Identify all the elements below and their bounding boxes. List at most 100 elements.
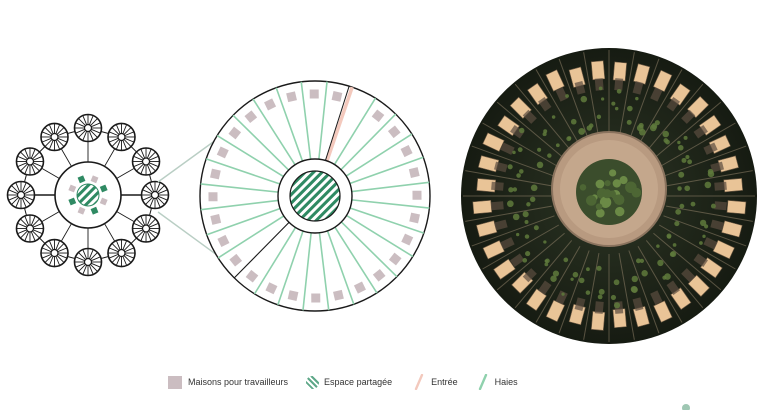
detail-house	[309, 89, 319, 99]
site-plan-diagram	[6, 48, 757, 410]
aerial-park-tree	[604, 180, 611, 187]
aerial-tree	[526, 202, 531, 207]
aerial-tree	[585, 290, 591, 295]
aerial-tree	[565, 94, 569, 98]
aerial-tree	[578, 277, 585, 284]
aerial-house-roof	[723, 178, 744, 193]
aerial-park-tree	[595, 179, 605, 189]
aerial-park-tree	[613, 194, 625, 205]
aerial-tree	[529, 196, 536, 203]
aerial-tree	[516, 173, 521, 178]
aerial-tree	[512, 213, 520, 221]
aerial-tree	[656, 244, 660, 248]
aerial-tree	[543, 129, 548, 134]
aerial-park-tree	[615, 206, 625, 217]
cluster-unit-core	[25, 157, 35, 166]
aerial-tree	[598, 288, 605, 295]
detail-house	[287, 290, 299, 301]
cluster-unit-core	[16, 190, 26, 200]
aerial-tree	[635, 96, 639, 101]
aerial-tree	[690, 201, 696, 207]
aerial-tree	[507, 164, 513, 170]
aerial-park-tree	[595, 208, 605, 218]
hedge-line-icon	[478, 374, 487, 390]
aerial-park-tree	[612, 179, 621, 188]
aerial-tree	[578, 128, 586, 135]
legend-item-shared: Espace partagée	[306, 375, 393, 389]
aerial-tree	[613, 279, 620, 286]
aerial-tree	[567, 136, 572, 140]
aerial-tree	[588, 123, 594, 128]
aerial-tree	[547, 153, 552, 158]
aerial-tree	[522, 258, 528, 263]
cluster-unit-core	[83, 123, 93, 133]
detail-house	[409, 212, 420, 224]
aerial-tree	[627, 105, 633, 112]
aerial-tree	[631, 275, 639, 283]
aerial-tree	[626, 119, 632, 125]
aerial-house-shadow	[714, 201, 727, 211]
aerial-tree	[517, 147, 523, 153]
aerial-tree	[699, 241, 703, 245]
aerial-house-shadow	[491, 181, 504, 191]
aerial-tree	[677, 186, 682, 191]
aerial-tree	[596, 265, 602, 271]
aerial-tree	[552, 270, 560, 277]
aerial-house-roof	[726, 200, 747, 215]
aerial-tree	[551, 115, 556, 119]
cluster-plan	[6, 113, 170, 277]
aerial-tree	[544, 259, 548, 263]
aerial-tree	[616, 88, 622, 94]
aerial-tree	[702, 234, 706, 239]
aerial-house-shadow	[594, 301, 604, 314]
aerial-tree	[638, 122, 644, 129]
aerial-tree	[651, 123, 658, 130]
legend-label-hedges: Haies	[494, 377, 518, 387]
shared-space	[289, 170, 341, 222]
detail-house	[210, 168, 221, 180]
aerial-tree	[519, 127, 525, 134]
aerial-tree	[522, 211, 529, 218]
aerial-tree	[570, 118, 577, 125]
cluster-unit-core	[83, 257, 93, 267]
aerial-tree	[530, 184, 538, 192]
aerial-tree	[525, 250, 531, 257]
aerial-house-shadow	[714, 181, 727, 191]
aerial-tree	[662, 275, 667, 280]
aerial-tree	[678, 171, 685, 178]
aerial-tree	[537, 147, 542, 152]
detail-house	[331, 91, 343, 102]
aerial-tree	[596, 114, 602, 120]
aerial-tree	[610, 294, 617, 300]
aerial-tree	[570, 277, 574, 281]
aerial-tree	[543, 240, 547, 244]
aerial-tree	[601, 97, 605, 101]
aerial-park-tree	[579, 184, 587, 191]
aerial-park-tree	[586, 195, 597, 206]
aerial-tree	[687, 159, 693, 165]
aerial-tree	[679, 203, 685, 209]
aerial-tree	[572, 271, 579, 278]
cluster-unit-core	[25, 224, 35, 233]
aerial-tree	[536, 161, 544, 169]
aerial-tree	[699, 219, 707, 227]
cluster-unit-core	[117, 132, 126, 142]
aerial-house-shadow	[614, 78, 624, 91]
aerial-tree	[516, 232, 520, 237]
unit-detail-plan	[199, 80, 431, 312]
aerial-tree	[662, 130, 669, 138]
legend-label-houses: Maisons pour travailleurs	[188, 377, 289, 387]
aerial-tree	[597, 294, 603, 300]
aerial-tree	[707, 168, 714, 175]
aerial-tree	[533, 225, 539, 231]
aerial-tree	[563, 257, 569, 263]
aerial-house-roof	[612, 61, 627, 82]
aerial-house-roof	[590, 311, 606, 331]
house-swatch-icon	[168, 375, 182, 389]
cluster-unit-core	[50, 248, 59, 258]
cluster-unit-core	[50, 132, 59, 142]
detail-house	[412, 190, 422, 200]
aerial-house-roof	[472, 199, 493, 215]
aerial-tree	[663, 138, 669, 143]
legend-label-shared: Espace partagée	[324, 377, 393, 387]
